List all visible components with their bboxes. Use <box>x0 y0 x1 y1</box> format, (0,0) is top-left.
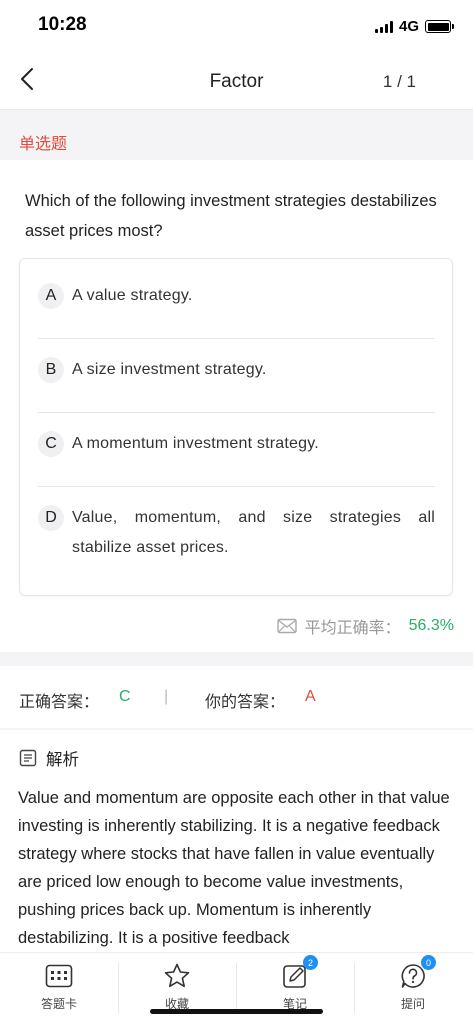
question-counter: 1 / 1 <box>382 72 416 91</box>
status-time: 10:28 <box>38 14 87 35</box>
option-text: Value, momentum, and size strategies all… <box>72 509 435 556</box>
nav-bar: Factor 1 / 1 <box>0 48 473 110</box>
my-answer-label: 你的答案： <box>205 694 286 711</box>
note-icon: 2 <box>280 955 318 991</box>
notes-badge: 2 <box>303 955 318 970</box>
analysis-text: Value and momentum are opposite each oth… <box>18 789 450 947</box>
mail-icon <box>276 618 297 634</box>
status-indicators: 4G <box>374 18 454 35</box>
tab-answer-sheet[interactable]: 答题卡 <box>0 953 118 1024</box>
answer-sheet-icon <box>44 961 74 991</box>
accuracy-value: 56.3% <box>408 617 454 634</box>
option-a[interactable]: A A value strategy. <box>38 283 435 339</box>
tab-label: 提问 <box>400 997 425 1011</box>
tab-ask[interactable]: 0 提问 <box>354 953 472 1024</box>
correct-answer-label: 正确答案： <box>19 694 100 711</box>
question-icon: 0 <box>398 955 436 991</box>
options-list: A A value strategy. B A size investment … <box>19 258 453 596</box>
option-d[interactable]: D Value, momentum, and size strategies a… <box>38 505 435 585</box>
option-text: A value strategy. <box>72 287 193 304</box>
document-icon <box>19 749 37 767</box>
network-label: 4G <box>398 18 419 35</box>
ask-badge: 0 <box>421 955 436 970</box>
option-text: A momentum investment strategy. <box>72 435 319 452</box>
question-type-label: 单选题 <box>19 136 68 153</box>
analysis-section: 解析 Value and momentum are opposite each … <box>0 730 473 952</box>
battery-icon <box>425 20 454 33</box>
option-letter: A <box>38 283 64 309</box>
signal-icon <box>374 20 393 33</box>
option-letter: C <box>38 431 64 457</box>
option-text: A size investment strategy. <box>72 361 267 378</box>
correct-answer-value: C <box>119 688 131 705</box>
tab-label: 答题卡 <box>40 997 77 1011</box>
home-indicator <box>150 1009 323 1014</box>
analysis-title: 解析 <box>46 751 79 769</box>
answer-row: 正确答案： C | 你的答案： A <box>0 666 473 728</box>
option-letter: B <box>38 357 64 383</box>
star-icon <box>162 961 192 991</box>
option-b[interactable]: B A size investment strategy. <box>38 357 435 413</box>
my-answer-value: A <box>305 688 316 705</box>
accuracy-row: 平均正确率： 56.3% <box>0 600 473 652</box>
analysis-header: 解析 <box>19 746 79 770</box>
option-c[interactable]: C A momentum investment strategy. <box>38 431 435 487</box>
answer-divider: | <box>164 688 169 705</box>
question-type-row: 单选题 <box>0 120 473 160</box>
question-text: Which of the following investment strate… <box>25 192 437 240</box>
status-bar: 10:28 4G <box>0 0 473 48</box>
accuracy-label: 平均正确率： <box>304 620 401 637</box>
option-letter: D <box>38 505 64 531</box>
